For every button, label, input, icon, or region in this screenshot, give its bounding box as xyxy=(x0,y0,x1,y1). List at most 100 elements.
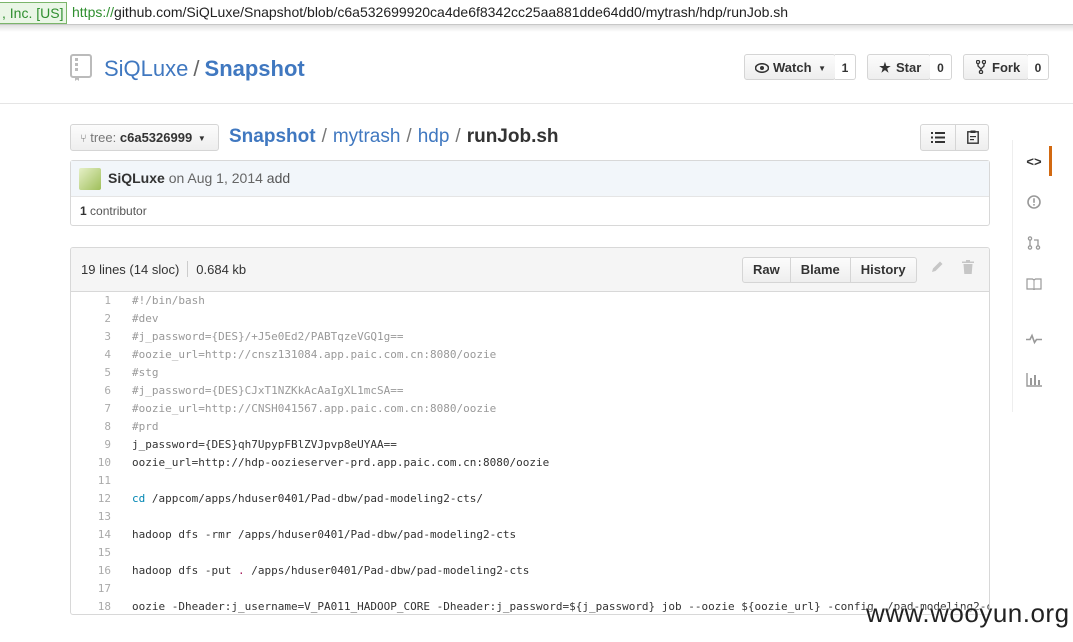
file-size: 0.684 kb xyxy=(196,262,247,277)
code-text: oozie_url=http://hdp-oozieserver-prd.app… xyxy=(132,456,550,469)
code-rest: /appcom/apps/hduser0401/Pad-dbw/pad-mode… xyxy=(145,492,484,505)
watch-button[interactable]: Watch ▼ xyxy=(744,54,836,80)
line-number[interactable]: 10 xyxy=(71,454,111,472)
line-number[interactable]: 15 xyxy=(71,544,111,562)
repo-title: SiQLuxe / Snapshot xyxy=(104,56,305,82)
commit-tease: SiQLuxe on Aug 1, 2014 add xyxy=(71,161,989,197)
copy-path-button[interactable] xyxy=(956,125,990,150)
code-line: 4 #oozie_url=http://cnsz131084.app.paic.c… xyxy=(71,346,989,364)
url-text[interactable]: https://github.com/SiQLuxe/Snapshot/blob… xyxy=(72,0,788,24)
star-icon: ★ xyxy=(879,60,891,75)
list-view-button[interactable] xyxy=(921,125,956,150)
code-line: 5 #stg xyxy=(71,364,989,382)
contributors-count: 1 xyxy=(80,204,87,218)
breadcrumb-filename: runJob.sh xyxy=(466,126,559,147)
line-number[interactable]: 5 xyxy=(71,364,111,382)
tree-label: tree: xyxy=(90,130,117,145)
line-number[interactable]: 1 xyxy=(71,292,111,310)
line-number[interactable]: 2 xyxy=(71,310,111,328)
breadcrumb-hdp-link[interactable]: hdp xyxy=(418,126,450,147)
branch-icon: ⑂ xyxy=(80,133,87,145)
file-info-divider xyxy=(187,261,189,277)
code-rest: /apps/hduser0401/Pad-dbw/pad-modeling2-c… xyxy=(244,564,530,577)
code-line: 1 #!/bin/bash xyxy=(71,292,989,310)
watch-count[interactable]: 1 xyxy=(835,54,856,80)
blame-button[interactable]: Blame xyxy=(789,257,851,283)
line-number[interactable]: 9 xyxy=(71,436,111,454)
code-keyword: cd xyxy=(132,492,146,505)
repo-owner-link[interactable]: SiQLuxe xyxy=(104,56,188,81)
issues-tab[interactable] xyxy=(1019,187,1049,217)
breadcrumb: Snapshot / mytrash / hdp / runJob.sh xyxy=(229,124,559,150)
eye-icon xyxy=(754,55,770,81)
code-text: #oozie_url=http://CNSH041567.app.paic.co… xyxy=(132,402,497,415)
pencil-icon[interactable] xyxy=(928,260,946,278)
line-number[interactable]: 18 xyxy=(71,598,111,614)
line-number[interactable]: 3 xyxy=(71,328,111,346)
line-number[interactable]: 4 xyxy=(71,346,111,364)
code-line: 12 cd /appcom/apps/hduser0401/Pad-dbw/pad… xyxy=(71,490,989,508)
line-number[interactable]: 7 xyxy=(71,400,111,418)
commit-author-link[interactable]: SiQLuxe xyxy=(108,170,165,186)
breadcrumb-separator: / xyxy=(455,126,461,147)
history-button[interactable]: History xyxy=(849,257,917,283)
graphs-tab[interactable] xyxy=(1019,365,1049,395)
address-bar[interactable]: , Inc. [US] https://github.com/SiQLuxe/S… xyxy=(0,0,1073,25)
star-label: Star xyxy=(896,60,922,75)
pulse-icon xyxy=(1026,333,1042,345)
code-line: 14 hadoop dfs -rmr /apps/hduser0401/Pad-d… xyxy=(71,526,989,544)
raw-button[interactable]: Raw xyxy=(742,257,791,283)
fork-icon xyxy=(974,55,988,81)
wiki-tab[interactable] xyxy=(1019,269,1049,299)
caret-down-icon: ▼ xyxy=(818,64,827,73)
file-view-buttons: Raw Blame History xyxy=(742,257,917,283)
list-icon xyxy=(931,132,945,143)
url-scheme: https:// xyxy=(72,4,115,20)
star-count[interactable]: 0 xyxy=(930,54,952,80)
line-number[interactable]: 8 xyxy=(71,418,111,436)
code-line: 15 xyxy=(71,544,989,562)
trash-icon[interactable] xyxy=(959,260,977,278)
code-tab[interactable]: <> xyxy=(1019,146,1052,176)
avatar[interactable] xyxy=(79,168,101,190)
line-number[interactable]: 17 xyxy=(71,580,111,598)
fork-count[interactable]: 0 xyxy=(1028,54,1049,80)
code-operator: . xyxy=(237,564,245,577)
file-lines-info: 19 lines (14 sloc) xyxy=(81,262,180,277)
branch-selector[interactable]: ⑂ tree: c6a5326999 ▼ xyxy=(70,124,219,151)
file-info: 19 lines (14 sloc) 0.684 kb xyxy=(81,248,246,291)
file-box: 19 lines (14 sloc) 0.684 kb Raw Blame His… xyxy=(70,247,990,615)
breadcrumb-root-link[interactable]: Snapshot xyxy=(229,126,316,147)
tree-ref: c6a5326999 xyxy=(119,130,193,145)
code-prefix: hadoop dfs -put xyxy=(132,564,238,577)
line-number[interactable]: 13 xyxy=(71,508,111,526)
commit-title-link[interactable]: add xyxy=(267,170,290,186)
line-number[interactable]: 14 xyxy=(71,526,111,544)
repo-sidebar-nav: <> xyxy=(1012,140,1053,412)
code-text: #oozie_url=http://cnsz131084.app.paic.co… xyxy=(132,348,497,361)
book-icon xyxy=(1026,278,1042,291)
watch-label: Watch xyxy=(773,60,812,75)
star-button[interactable]: ★ Star xyxy=(867,54,931,80)
code-line: 10 oozie_url=http://hdp-oozieserver-prd.a… xyxy=(71,454,989,472)
commit-date: on Aug 1, 2014 xyxy=(168,170,263,186)
caret-down-icon: ▼ xyxy=(197,134,206,143)
code-text: oozie -Dheader:j_username=V_PA011_HADOOP… xyxy=(132,600,990,613)
line-number[interactable]: 16 xyxy=(71,562,111,580)
ev-certificate-badge[interactable]: , Inc. [US] xyxy=(0,2,68,24)
repo-name-link[interactable]: Snapshot xyxy=(205,56,305,81)
line-number[interactable]: 6 xyxy=(71,382,111,400)
breadcrumb-mytrash-link[interactable]: mytrash xyxy=(333,126,401,147)
code-text: #dev xyxy=(132,312,159,325)
pulse-tab[interactable] xyxy=(1019,324,1049,354)
repo-book-icon xyxy=(70,54,92,81)
contributors-link[interactable]: 1 contributor xyxy=(80,204,147,218)
pull-requests-tab[interactable] xyxy=(1019,228,1049,258)
code-line: 6 #j_password={DES}CJxT1NZKkAcAaIgXL1mcSA… xyxy=(71,382,989,400)
fork-button[interactable]: Fork xyxy=(963,54,1029,80)
line-number[interactable]: 12 xyxy=(71,490,111,508)
file-header: 19 lines (14 sloc) 0.684 kb Raw Blame His… xyxy=(71,248,989,292)
code-text: hadoop dfs -put . /apps/hduser0401/Pad-d… xyxy=(132,562,529,580)
line-number[interactable]: 11 xyxy=(71,472,111,490)
commit-message: SiQLuxe on Aug 1, 2014 add xyxy=(108,161,290,196)
